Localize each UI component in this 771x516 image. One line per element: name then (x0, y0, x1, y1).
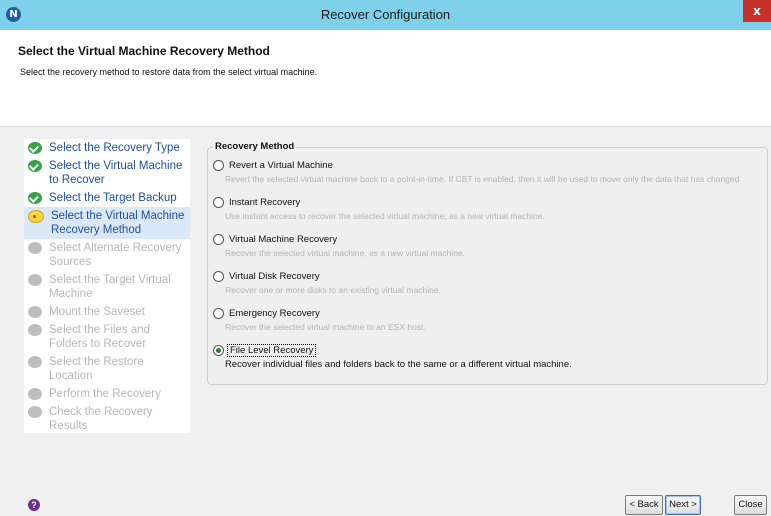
wizard-step-item[interactable]: Select the Target Backup (24, 189, 190, 207)
page-description: Select the recovery method to restore da… (20, 67, 318, 77)
recovery-method-legend: Recovery Method (213, 141, 297, 152)
wizard-step-item: Select Alternate Recovery Sources (24, 239, 190, 271)
wizard-step-label: Select the Target Virtual Machine (49, 274, 171, 300)
wizard-body: Select the Recovery Type Select the Virtu… (0, 126, 771, 516)
recovery-option-radio[interactable] (213, 344, 224, 356)
wizard-step-label: Select Alternate Recovery Sources (49, 242, 182, 268)
recovery-option-description: Recover individual files and folders bac… (225, 359, 572, 370)
wizard-steps-list: Select the Recovery Type Select the Virtu… (24, 139, 190, 433)
wizard-step-label: Select the Recovery Type (49, 142, 180, 154)
wizard-step-item: Check the Recovery Results (24, 403, 190, 435)
pending-step-icon (28, 324, 42, 336)
recovery-option-label[interactable]: Revert a Virtual Machine (229, 160, 333, 171)
recovery-option-label[interactable]: Emergency Recovery (229, 308, 320, 319)
close-button[interactable]: Close (734, 495, 767, 515)
pending-step-icon (28, 242, 42, 254)
next-button[interactable]: Next > (665, 495, 701, 515)
pending-step-icon (28, 306, 42, 318)
wizard-step-item: Perform the Recovery (24, 385, 190, 403)
wizard-step-item[interactable]: Select the Virtual Machine to Recover (24, 157, 190, 189)
wizard-step-label: Select the Files and Folders to Recover (49, 324, 151, 350)
recovery-option-description: Recover the selected virtual machine to … (225, 322, 426, 332)
recovery-option-description: Revert the selected virtual machine back… (225, 174, 740, 184)
recovery-option-description: Recover the selected virtual machine, as… (225, 248, 466, 258)
recovery-option-label[interactable]: Instant Recovery (229, 197, 300, 208)
recovery-option[interactable]: Instant Recovery Use instant access to re… (213, 195, 545, 221)
wizard-step-item[interactable]: Select the Virtual Machine Recovery Meth… (24, 207, 190, 239)
wizard-step-item[interactable]: Select the Recovery Type (24, 139, 190, 157)
wizard-step-label: Select the Virtual Machine Recovery Meth… (51, 210, 185, 236)
recovery-option-radio[interactable] (213, 196, 224, 208)
wizard-step-item: Select the Files and Folders to Recover (24, 321, 190, 353)
recovery-option-label[interactable]: Virtual Machine Recovery (229, 234, 337, 245)
recovery-option-radio[interactable] (213, 307, 224, 319)
recovery-option-label[interactable]: Virtual Disk Recovery (229, 271, 320, 282)
recovery-option-radio[interactable] (213, 159, 224, 171)
wizard-step-label: Perform the Recovery (49, 388, 161, 400)
back-button[interactable]: < Back (625, 495, 663, 515)
wizard-step-label: Select the Target Backup (49, 192, 177, 204)
wizard-step-label: Select the Restore Location (49, 356, 144, 382)
window-title: Recover Configuration (320, 7, 451, 22)
recovery-option-label[interactable]: File Level Recovery (227, 343, 317, 357)
title-bar: N Recover Configuration x (0, 0, 771, 30)
wizard-step-label: Mount the Saveset (49, 306, 145, 318)
window-close-button[interactable]: x (743, 0, 771, 22)
recovery-option-description: Recover one or more disks to an existing… (225, 285, 441, 295)
pending-step-icon (28, 388, 42, 400)
wizard-step-label: Check the Recovery Results (49, 406, 153, 432)
help-icon[interactable]: ? (28, 499, 40, 511)
recovery-option[interactable]: File Level Recovery Recover individual fi… (213, 343, 572, 370)
wizard-step-item: Mount the Saveset (24, 303, 190, 321)
recovery-option[interactable]: Emergency Recovery Recover the selected v… (213, 306, 426, 332)
pending-step-icon (28, 356, 42, 368)
wizard-step-label: Select the Virtual Machine to Recover (49, 160, 183, 186)
recovery-option-radio[interactable] (213, 233, 224, 245)
recovery-option[interactable]: Virtual Machine Recovery Recover the sele… (213, 232, 465, 258)
recovery-option-radio[interactable] (213, 270, 224, 282)
wizard-header: Select the Virtual Machine Recovery Meth… (0, 30, 771, 126)
wizard-step-item: Select the Target Virtual Machine (24, 271, 190, 303)
pending-step-icon (28, 274, 42, 286)
recovery-option[interactable]: Revert a Virtual Machine Revert the selec… (213, 158, 739, 184)
check-circle-icon (28, 192, 42, 204)
page-title: Select the Virtual Machine Recovery Meth… (18, 44, 270, 58)
recovery-option[interactable]: Virtual Disk Recovery Recover one or more… (213, 269, 441, 295)
wizard-step-item: Select the Restore Location (24, 353, 190, 385)
check-circle-icon (28, 142, 42, 154)
recovery-option-description: Use instant access to recover the select… (225, 211, 545, 221)
pending-step-icon (28, 406, 42, 418)
check-circle-icon (28, 160, 42, 172)
current-step-icon (28, 210, 44, 223)
